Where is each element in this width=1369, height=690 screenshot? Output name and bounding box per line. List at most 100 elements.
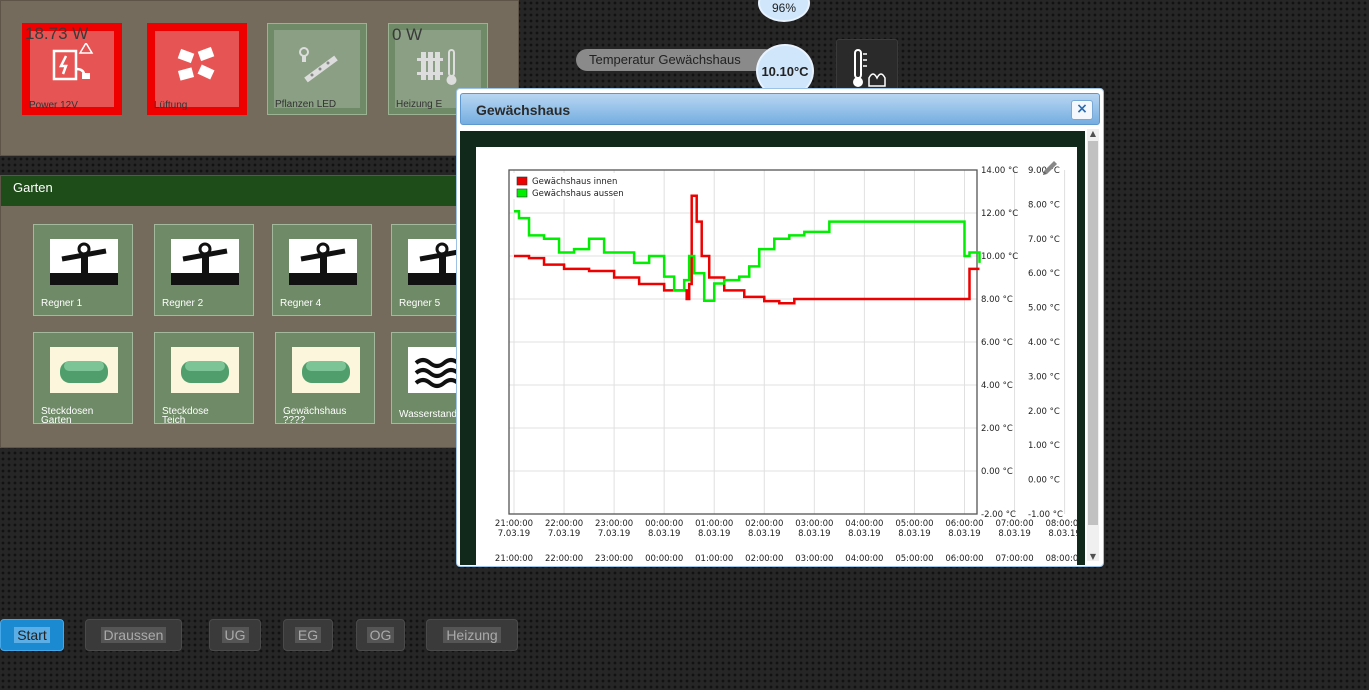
scroll-up-icon[interactable]: ▲	[1088, 129, 1098, 138]
power-value: 18.73 W	[25, 24, 89, 43]
y-right-tick-label: 1.00 °C	[1028, 441, 1060, 451]
x-tick-date: 8.03.19	[998, 529, 1030, 539]
gewaechshaus-dialog: Gewächshaus × 21:00:00 7.03.19 22:00:00 7.0…	[456, 88, 1104, 567]
x-tick-date: 7.03.19	[548, 529, 580, 539]
legend-label: Gewächshaus innen	[532, 177, 617, 187]
power-12v-tile[interactable]: 18.73 W Power 12V	[22, 23, 122, 115]
tile-label: Regner 5	[399, 298, 441, 309]
x-tick-label-bottom: 05:00:00	[895, 554, 933, 564]
x-tick-label-bottom: 23:00:00	[595, 554, 633, 564]
fan-icon	[177, 46, 215, 81]
nav-eg[interactable]: EG	[283, 619, 333, 651]
temperature-value: 10.10°C	[761, 63, 809, 79]
y-right-tick-label: 6.00 °C	[1028, 269, 1060, 279]
x-tick-label-bottom: 00:00:00	[645, 554, 683, 564]
x-tick-label: 02:00:00	[745, 519, 783, 529]
tile-label: Power 12V	[29, 100, 78, 111]
dialog-scrollbar[interactable]: ▲ ▼	[1087, 129, 1099, 561]
temperature-label: Temperatur Gewächshaus	[576, 49, 776, 71]
y-left-tick-label: 4.00 °C	[981, 381, 1013, 391]
x-tick-date: 8.03.19	[1048, 529, 1077, 539]
x-tick-label: 23:00:00	[595, 519, 633, 529]
x-tick-label: 04:00:00	[845, 519, 883, 529]
nav-ug[interactable]: UG	[209, 619, 261, 651]
nav-draussen[interactable]: Draussen	[85, 619, 182, 651]
nav-heizung[interactable]: Heizung	[426, 619, 518, 651]
device-panel: 18.73 W Power 12V Lüftung Pflanzen LED 0…	[0, 0, 519, 156]
x-tick-date: 7.03.19	[598, 529, 630, 539]
regner-1-tile[interactable]: Regner 1	[33, 224, 133, 316]
y-left-tick-label: 10.00 °C	[981, 252, 1018, 262]
pflanzen-led-tile[interactable]: Pflanzen LED	[267, 23, 367, 115]
tile-label: Regner 2	[162, 298, 204, 309]
y-left-tick-label: 6.00 °C	[981, 338, 1013, 348]
steckdose-teich-tile[interactable]: Steckdose Teich	[154, 332, 254, 426]
legend-label: Gewächshaus aussen	[532, 189, 624, 199]
x-tick-date: 8.03.19	[698, 529, 730, 539]
x-tick-label-bottom: 01:00:00	[695, 554, 733, 564]
y-right-tick-label: 0.00 °C	[1028, 476, 1060, 486]
tile-label: Steckdosen Garten	[41, 406, 94, 426]
x-tick-label-bottom: 04:00:00	[845, 554, 883, 564]
x-tick-date: 7.03.19	[498, 529, 530, 539]
y-left-tick-label: 14.00 °C	[981, 166, 1018, 176]
legend-swatch	[516, 188, 528, 198]
regner-2-tile[interactable]: Regner 2	[154, 224, 254, 316]
y-right-tick-label: 3.00 °C	[1028, 372, 1060, 382]
sprinkler-icon	[50, 239, 118, 285]
x-tick-label-bottom: 21:00:00	[495, 554, 533, 564]
humidity-bubble: 96%	[758, 0, 810, 22]
power-outlet-icon	[50, 347, 118, 393]
greenhouse-thermometer-button[interactable]	[836, 39, 898, 91]
y-right-tick-label: -1.00 °C	[1028, 510, 1063, 520]
x-tick-label-bottom: 02:00:00	[745, 554, 783, 564]
x-tick-label: 21:00:00	[495, 519, 533, 529]
x-tick-date: 8.03.19	[748, 529, 780, 539]
nav-og[interactable]: OG	[356, 619, 405, 651]
tile-label: Heizung E	[396, 99, 443, 110]
x-tick-label-bottom: 07:00:00	[995, 554, 1033, 564]
nav-start[interactable]: Start	[0, 619, 64, 651]
chart-area: 21:00:00 7.03.19 22:00:00 7.03.19 23:00:00 7.…	[476, 147, 1084, 565]
x-tick-label: 22:00:00	[545, 519, 583, 529]
gewaechshaus-outlet-tile[interactable]: Gewächshaus????	[275, 332, 375, 426]
x-tick-label-bottom: 06:00:00	[945, 554, 983, 564]
tile-label: Pflanzen LED	[275, 99, 337, 110]
regner-4-tile[interactable]: Regner 4	[272, 224, 372, 316]
y-left-tick-label: 2.00 °C	[981, 424, 1013, 434]
legend-swatch	[516, 176, 528, 186]
sprinkler-icon	[171, 239, 239, 285]
garten-panel: Garten Regner 1 Regner 2 Regner 4 Regner…	[0, 175, 491, 448]
dialog-body: 21:00:00 7.03.19 22:00:00 7.03.19 23:00:00 7.…	[460, 131, 1085, 565]
y-left-tick-label: -2.00 °C	[981, 510, 1016, 520]
x-tick-label: 07:00:00	[995, 519, 1033, 529]
dialog-titlebar[interactable]: Gewächshaus ×	[460, 93, 1100, 125]
garten-title: Garten	[1, 176, 461, 206]
tile-label: Regner 1	[41, 298, 83, 309]
lueftung-tile[interactable]: Lüftung	[147, 23, 247, 115]
close-button[interactable]: ×	[1071, 100, 1093, 120]
radiator-icon	[417, 49, 457, 85]
power-outlet-icon	[292, 347, 360, 393]
power-outlet-icon	[171, 347, 239, 393]
y-left-tick-label: 8.00 °C	[981, 295, 1013, 305]
sprinkler-icon	[289, 239, 357, 285]
heizung-value: 0 W	[392, 25, 423, 44]
x-tick-label: 03:00:00	[795, 519, 833, 529]
x-tick-label: 06:00:00	[945, 519, 983, 529]
x-tick-label-bottom: 22:00:00	[545, 554, 583, 564]
x-tick-label: 05:00:00	[895, 519, 933, 529]
scroll-thumb[interactable]	[1088, 141, 1098, 525]
tile-label: Regner 4	[280, 298, 322, 309]
thermometer-icon	[853, 49, 886, 87]
scroll-down-icon[interactable]: ▼	[1088, 552, 1098, 561]
y-right-tick-label: 8.00 °C	[1028, 200, 1060, 210]
y-left-tick-label: 0.00 °C	[981, 467, 1013, 477]
x-tick-date: 8.03.19	[948, 529, 980, 539]
x-tick-date: 8.03.19	[798, 529, 830, 539]
tile-label: Lüftung	[154, 100, 188, 111]
steckdosen-garten-tile[interactable]: Steckdosen Garten	[33, 332, 133, 426]
tile-label: Steckdose Teich	[162, 406, 209, 426]
y-right-tick-label: 7.00 °C	[1028, 235, 1060, 245]
x-tick-label-bottom: 03:00:00	[795, 554, 833, 564]
